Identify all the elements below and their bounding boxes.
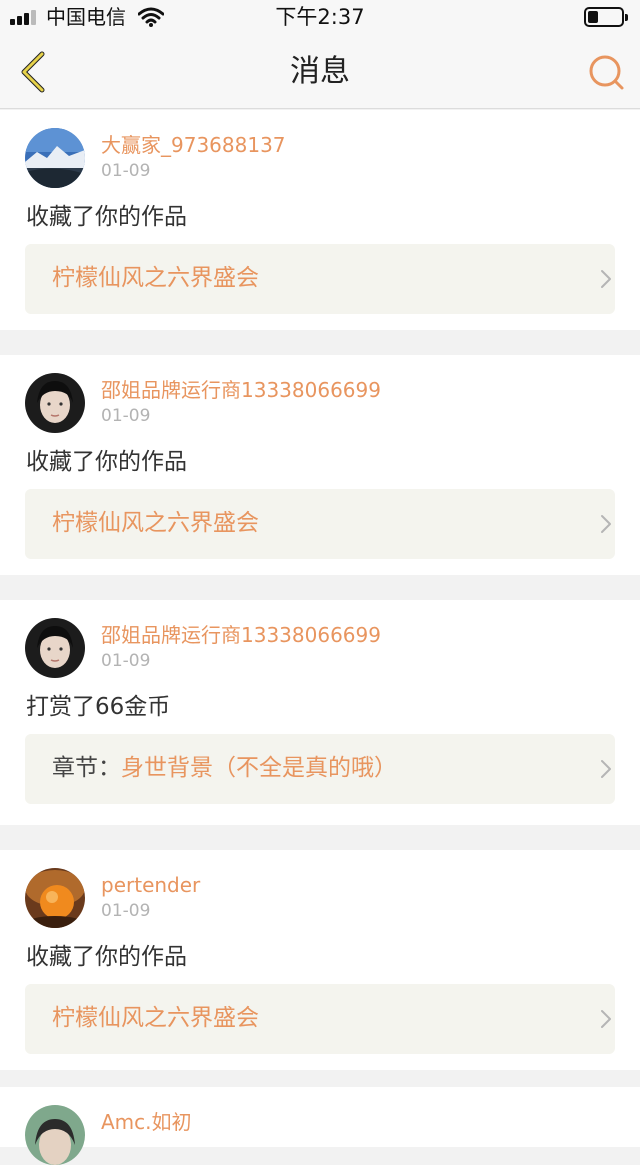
username[interactable]: Amc.如初 [101, 1109, 192, 1135]
message-date: 01-09 [101, 901, 151, 921]
message-action: 收藏了你的作品 [26, 204, 187, 230]
message-card: Amc.如初 [0, 1087, 640, 1165]
page-title: 消息 [290, 54, 350, 89]
message-card: pertender 01-09 收藏了你的作品 柠檬仙风之六界盛会 [0, 850, 640, 1070]
status-bar: 中国电信 下午2:37 [0, 0, 640, 34]
username[interactable]: 大赢家_973688137 [101, 132, 286, 158]
search-icon [589, 55, 624, 90]
message-card: 大赢家_973688137 01-09 收藏了你的作品 柠檬仙风之六界盛会 [0, 110, 640, 330]
work-title: 柠檬仙风之六界盛会 [52, 263, 259, 293]
avatar[interactable] [25, 128, 85, 188]
message-card: 邵姐品牌运行商13338066699 01-09 收藏了你的作品 柠檬仙风之六界… [0, 355, 640, 575]
chevron-right-icon [601, 1010, 611, 1028]
avatar[interactable] [25, 618, 85, 678]
link-title: 柠檬仙风之六界盛会 [52, 1005, 259, 1031]
message-date: 01-09 [101, 161, 151, 181]
avatar[interactable] [25, 373, 85, 433]
link-title: 身世背景（不全是真的哦） [121, 755, 397, 781]
link-title: 柠檬仙风之六界盛会 [52, 265, 259, 291]
chapter-link[interactable]: 章节：身世背景（不全是真的哦） [25, 734, 615, 804]
username[interactable]: pertender [101, 872, 200, 898]
work-link[interactable]: 柠檬仙风之六界盛会 [25, 244, 615, 314]
username[interactable]: 邵姐品牌运行商13338066699 [101, 377, 381, 403]
work-link[interactable]: 柠檬仙风之六界盛会 [25, 984, 615, 1054]
chevron-right-icon [601, 760, 611, 778]
message-action: 收藏了你的作品 [26, 944, 187, 970]
chevron-right-icon [601, 270, 611, 288]
avatar[interactable] [25, 868, 85, 928]
avatar[interactable] [25, 1105, 85, 1165]
clock: 下午2:37 [275, 5, 365, 29]
work-link[interactable]: 柠檬仙风之六界盛会 [25, 489, 615, 559]
nav-bar: 消息 [0, 34, 640, 109]
message-card: 邵姐品牌运行商13338066699 01-09 打赏了66金币 章节：身世背景… [0, 600, 640, 825]
link-title: 柠檬仙风之六界盛会 [52, 510, 259, 536]
battery-icon [584, 7, 628, 29]
chevron-right-icon [601, 515, 611, 533]
search-button[interactable] [584, 50, 628, 94]
message-action: 打赏了66金币 [26, 694, 171, 720]
message-action: 收藏了你的作品 [26, 449, 187, 475]
work-title: 柠檬仙风之六界盛会 [52, 508, 259, 538]
message-date: 01-09 [101, 651, 151, 671]
link-prefix: 章节： [52, 755, 121, 781]
chapter-title: 章节：身世背景（不全是真的哦） [52, 753, 397, 783]
work-title: 柠檬仙风之六界盛会 [52, 1003, 259, 1033]
message-date: 01-09 [101, 406, 151, 426]
username[interactable]: 邵姐品牌运行商13338066699 [101, 622, 381, 648]
